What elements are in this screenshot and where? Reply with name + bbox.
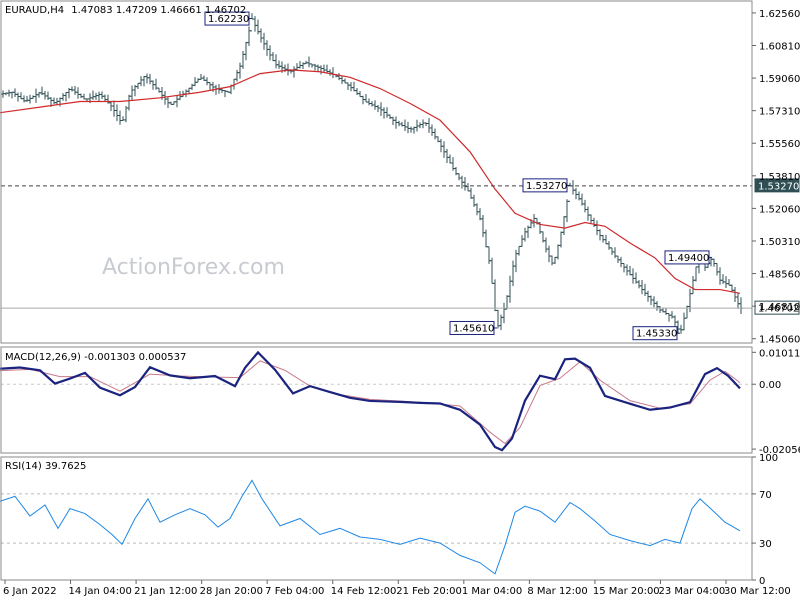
x-tick-label: 23 Mar 04:00 [658,586,725,597]
x-tick-label: 15 Mar 20:00 [593,586,660,597]
rsi-y-tick-label: 30 [759,539,772,550]
swing-annotation: 1.49400 [664,250,712,265]
price-y-tick-label: 1.53810 [759,172,800,183]
ohlc-values: 1.47083 1.47209 1.46661 1.46702 [71,5,246,16]
euraud-h4-chart: ActionForex.com 1.532701.46702 1.622301.… [0,0,800,600]
x-tick-label: 7 Feb 04:00 [265,586,324,597]
chart-background [0,0,800,600]
price-y-tick-label: 1.62560 [759,9,800,20]
x-tick-label: 30 Mar 12:00 [724,586,791,597]
swing-annotation-text: 1.45610 [453,323,494,334]
swing-annotation: 1.45610 [449,320,497,335]
price-panel-title: EURAUD,H4 1.47083 1.47209 1.46661 1.4670… [5,5,246,16]
level-label-text: 1.53270 [758,181,799,192]
price-y-tick-label: 1.55560 [759,139,800,150]
rsi-y-tick-label: 70 [759,490,772,501]
macd-panel-title: MACD(12,26,9) -0.001303 0.000537 [5,352,186,363]
symbol-label: EURAUD,H4 [5,5,64,16]
x-tick-label: 14 Jan 04:00 [69,586,132,597]
price-y-tick-label: 1.52060 [759,204,800,215]
swing-annotation-text: 1.49400 [668,253,709,264]
swing-annotation-text: 1.45330 [636,329,677,340]
price-y-tick-label: 1.60810 [759,41,800,52]
macd-y-tick-label: 0.010113 [759,348,800,359]
price-y-tick-label: 1.59060 [759,74,800,85]
x-tick-label: 28 Jan 20:00 [200,586,263,597]
swing-annotation: 1.45330 [632,326,680,341]
x-tick-label: 1 Mar 04:00 [462,586,522,597]
rsi-y-tick-label: 100 [759,453,778,464]
price-y-tick-label: 1.45060 [759,335,800,346]
x-tick-label: 21 Feb 20:00 [396,586,462,597]
price-y-tick-label: 1.48560 [759,270,800,281]
rsi-panel-title: RSI(14) 39.7625 [5,461,86,472]
x-tick-label: 6 Jan 2022 [3,586,57,597]
swing-annotation: 1.53270 [522,178,570,193]
price-y-tick-label: 1.50310 [759,237,800,248]
x-tick-label: 21 Jan 12:00 [134,586,197,597]
watermark: ActionForex.com [102,255,285,280]
price-y-tick-label: 1.57310 [759,107,800,118]
x-tick-label: 8 Mar 12:00 [527,586,587,597]
price-y-tick-label: 1.46810 [759,302,800,313]
swing-annotation-text: 1.53270 [526,181,567,192]
x-tick-label: 14 Feb 12:00 [331,586,397,597]
macd-y-tick-label: 0.00 [759,380,781,391]
